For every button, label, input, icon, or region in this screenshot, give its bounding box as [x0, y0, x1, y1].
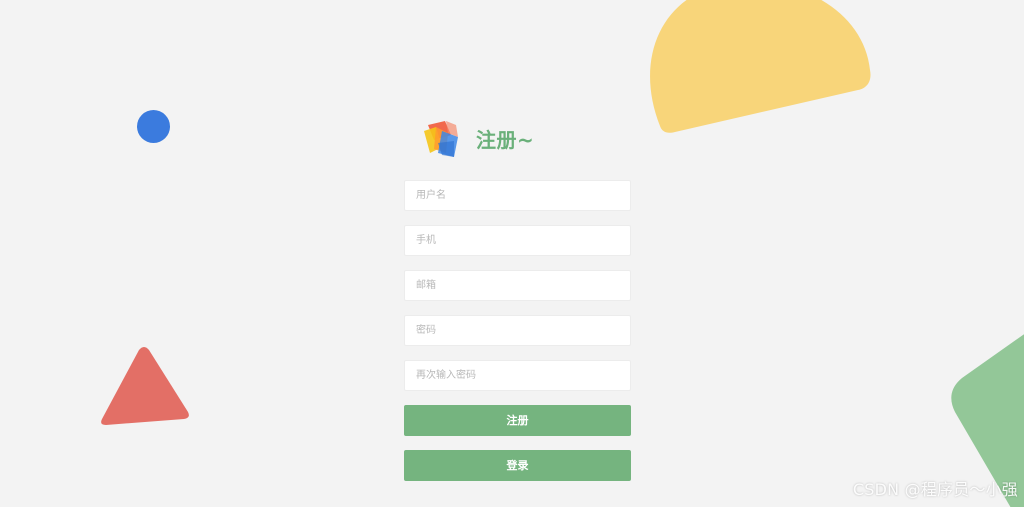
red-triangle-decoration: [101, 347, 189, 425]
cube-logo-icon: [424, 121, 458, 157]
brand-header: 注册~: [418, 113, 631, 163]
confirm-password-input[interactable]: [404, 360, 631, 391]
register-button[interactable]: 注册: [404, 405, 631, 436]
register-page: 注册~ 注册 登录 CSDN @程序员～小强: [0, 0, 1024, 507]
yellow-semicircle-decoration: [650, 0, 871, 133]
watermark-text: CSDN @程序员～小强: [852, 480, 1018, 499]
blue-circle-decoration: [137, 110, 170, 143]
password-input[interactable]: [404, 315, 631, 346]
phone-input[interactable]: [404, 225, 631, 256]
username-input[interactable]: [404, 180, 631, 211]
page-title: 注册~: [476, 127, 535, 152]
register-form: 注册~ 注册 登录: [404, 113, 631, 481]
email-input[interactable]: [404, 270, 631, 301]
login-button[interactable]: 登录: [404, 450, 631, 481]
